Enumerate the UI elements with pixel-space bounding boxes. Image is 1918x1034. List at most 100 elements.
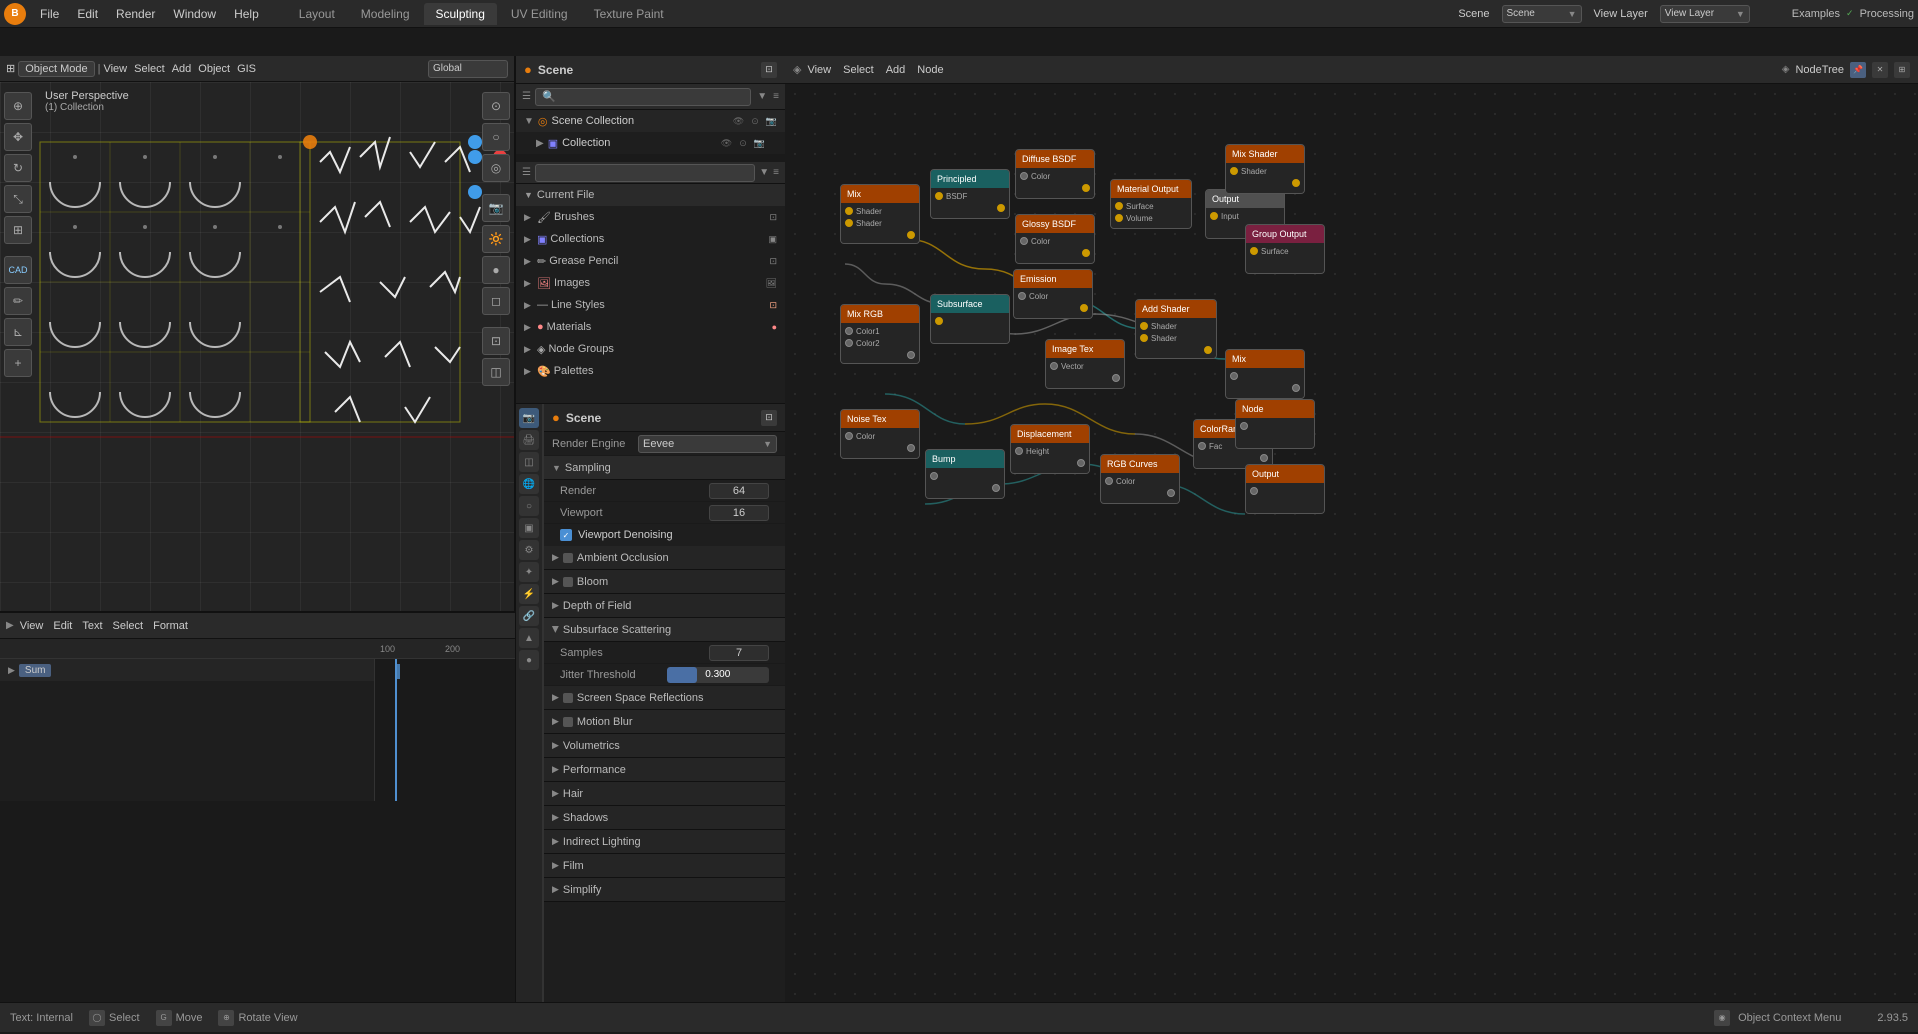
prop-tab-scene[interactable]: 🌐 [519, 474, 539, 494]
node-21[interactable]: Output [1245, 464, 1325, 514]
prop-tab-object[interactable]: ▣ [519, 518, 539, 538]
node-node-btn[interactable]: Node [917, 64, 943, 76]
toolbar-overlay[interactable]: ⊡ [482, 327, 510, 355]
sampling-header[interactable]: ▼ Sampling [544, 456, 785, 480]
toolbar-add[interactable]: + [4, 349, 32, 377]
section-motion-blur[interactable]: ▶ Motion Blur [544, 710, 785, 734]
viewport-content[interactable]: User Perspective (1) Collection ⊕ ✥ ↻ ⤡ … [0, 82, 514, 611]
node-9[interactable]: Mix RGB Color1 Color2 [840, 304, 920, 364]
outliner-search[interactable] [535, 88, 751, 106]
outliner-options-icon[interactable]: ≡ [773, 91, 779, 102]
context-menu-status[interactable]: ◉ Object Context Menu [1714, 1010, 1841, 1026]
node-18[interactable]: RGB Curves Color [1100, 454, 1180, 504]
toolbar-rotate[interactable]: ↻ [4, 154, 32, 182]
gis-btn[interactable]: GIS [237, 63, 256, 75]
ao-check[interactable] [563, 553, 573, 563]
viewport-denoising-row[interactable]: ✓ Viewport Denoising [544, 524, 785, 546]
scene-coll-eye[interactable]: 👁 [733, 116, 744, 127]
data-node-groups[interactable]: ▶ ◈ Node Groups [516, 338, 785, 360]
toolbar-viewpoint-right[interactable]: ◎ [482, 154, 510, 182]
prop-scene-options[interactable]: ⊡ [761, 410, 777, 426]
section-indirect-lighting[interactable]: ▶ Indirect Lighting [544, 830, 785, 854]
coll-filter[interactable]: ⊙ [739, 138, 747, 149]
ssr-check[interactable] [563, 693, 573, 703]
viewport-samples-value[interactable]: 16 [709, 505, 769, 521]
rotate-status[interactable]: ⊕ Rotate View [218, 1010, 297, 1026]
data-brushes[interactable]: ▶ 🖌 Brushes ⊡ [516, 206, 785, 228]
coll-render[interactable]: 📷 [754, 138, 765, 149]
section-film[interactable]: ▶ Film [544, 854, 785, 878]
toolbar-annotate[interactable]: ✏ [4, 287, 32, 315]
node-3[interactable]: Diffuse BSDF Color [1015, 149, 1095, 199]
node-14[interactable]: Mix [1225, 349, 1305, 399]
menu-render[interactable]: Render [108, 5, 163, 23]
scene-collection-row[interactable]: ▼ ◎ Scene Collection 👁 ⊙ 📷 [516, 110, 785, 132]
node-20[interactable]: Node [1235, 399, 1315, 449]
prop-tab-view-layer[interactable]: ◫ [519, 452, 539, 472]
filter-icon[interactable]: ▼ [757, 91, 767, 102]
node-view-btn[interactable]: View [807, 64, 831, 76]
view-btn[interactable]: View [103, 63, 127, 75]
prop-tab-output[interactable]: 🖨 [519, 430, 539, 450]
coll-eye[interactable]: 👁 [721, 138, 732, 149]
toolbar-viewpoint-front[interactable]: ○ [482, 123, 510, 151]
object-btn[interactable]: Object [198, 63, 230, 75]
data-filter-icon[interactable]: ▼ [759, 167, 769, 178]
sss-jitter-slider[interactable]: 0.300 [667, 667, 770, 683]
node-1[interactable]: Mix Shader Shader [840, 184, 920, 244]
toolbar-cursor[interactable]: ⊕ [4, 92, 32, 120]
toolbar-viewpoint-top[interactable]: ⊙ [482, 92, 510, 120]
timeline-text-btn[interactable]: Text [82, 620, 102, 632]
section-ssr[interactable]: ▶ Screen Space Reflections [544, 686, 785, 710]
tab-uv-editing[interactable]: UV Editing [499, 3, 580, 25]
render-engine-select[interactable]: Eevee ▼ [638, 435, 777, 453]
node-13[interactable]: Add Shader Shader Shader [1135, 299, 1217, 359]
node-2[interactable]: Principled BSDF [930, 169, 1010, 219]
section-bloom[interactable]: ▶ Bloom [544, 570, 785, 594]
section-volumetrics[interactable]: ▶ Volumetrics [544, 734, 785, 758]
node-select-btn[interactable]: Select [843, 64, 874, 76]
menu-file[interactable]: File [32, 5, 67, 23]
data-search[interactable] [535, 164, 755, 182]
menu-window[interactable]: Window [165, 5, 224, 23]
section-dof[interactable]: ▶ Depth of Field [544, 594, 785, 618]
tab-modeling[interactable]: Modeling [349, 3, 422, 25]
tab-sculpting[interactable]: Sculpting [424, 3, 497, 25]
timeline-view-btn[interactable]: View [20, 620, 44, 632]
mode-select-dropdown[interactable]: Object Mode [18, 61, 94, 77]
timeline-edit-btn[interactable]: Edit [53, 620, 72, 632]
prop-tab-particles[interactable]: ✦ [519, 562, 539, 582]
scene-panel-expand[interactable]: ⊡ [761, 62, 777, 78]
tab-layout[interactable]: Layout [287, 3, 347, 25]
menu-help[interactable]: Help [226, 5, 267, 23]
scene-selector[interactable]: Scene ▼ [1502, 5, 1582, 23]
scene-coll-render[interactable]: 📷 [766, 116, 777, 127]
prop-tab-modifier[interactable]: ⚙ [519, 540, 539, 560]
prop-tab-material[interactable]: ● [519, 650, 539, 670]
sss-samples-value[interactable]: 7 [709, 645, 769, 661]
prop-tab-constraints[interactable]: 🔗 [519, 606, 539, 626]
section-hair[interactable]: ▶ Hair [544, 782, 785, 806]
timeline-select-header-btn[interactable]: Select [113, 620, 144, 632]
node-4[interactable]: Glossy BSDF Color [1015, 214, 1095, 264]
bloom-check[interactable] [563, 577, 573, 587]
prop-tab-data[interactable]: ▲ [519, 628, 539, 648]
data-palettes[interactable]: ▶ 🎨 Palettes [516, 360, 785, 382]
node-17[interactable]: Displacement Height [1010, 424, 1090, 474]
view-layer-selector[interactable]: View Layer ▼ [1660, 5, 1750, 23]
node-maximize-icon[interactable]: ⊞ [1894, 62, 1910, 78]
tab-texture-paint[interactable]: Texture Paint [582, 3, 676, 25]
node-add-btn[interactable]: Add [886, 64, 906, 76]
node-5[interactable]: Material Output Surface Volume [1110, 179, 1192, 229]
data-grease-pencil[interactable]: ▶ ✏ Grease Pencil ⊡ [516, 250, 785, 272]
toolbar-scale[interactable]: ⤡ [4, 185, 32, 213]
prop-tab-render[interactable]: 📷 [519, 408, 539, 428]
toolbar-xray[interactable]: ◫ [482, 358, 510, 386]
node-15[interactable]: Noise Tex Color [840, 409, 920, 459]
toolbar-transform[interactable]: ⊞ [4, 216, 32, 244]
viewport-3d[interactable]: ⊞ Object Mode | View Select Add Object G… [0, 56, 515, 611]
viewport-denoising-check[interactable]: ✓ [560, 529, 572, 541]
add-btn[interactable]: Add [172, 63, 192, 75]
toolbar-move[interactable]: ✥ [4, 123, 32, 151]
node-10[interactable]: Subsurface [930, 294, 1010, 344]
